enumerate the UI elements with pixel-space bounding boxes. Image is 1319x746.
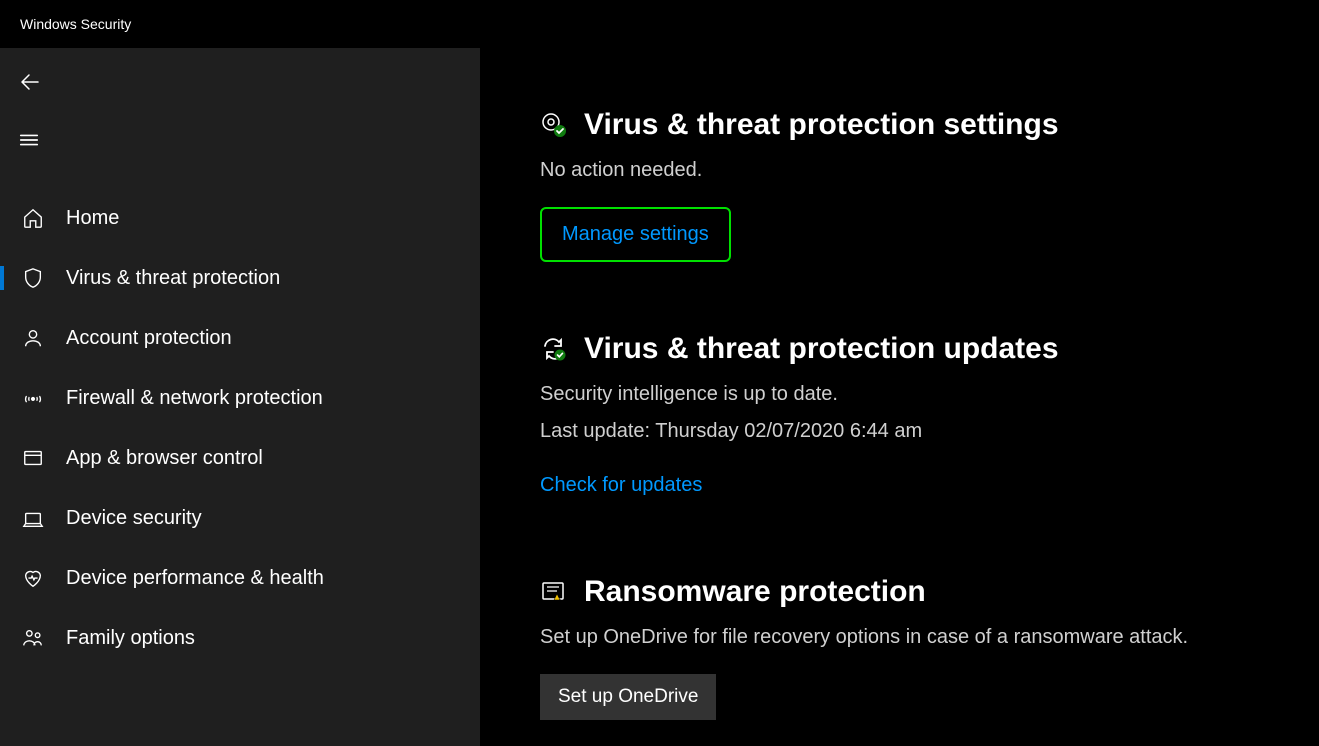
nav-home[interactable]: Home [0,188,480,248]
nav-label: Device security [66,507,202,530]
settings-status: No action needed. [540,156,1279,185]
nav-device-security[interactable]: Device security [0,488,480,548]
nav-label: Device performance & health [66,567,324,590]
nav-label: Firewall & network protection [66,387,323,410]
back-arrow-icon [18,70,42,94]
sidebar: Home Virus & threat protection Account p… [0,48,480,746]
check-updates-link[interactable]: Check for updates [540,466,702,505]
nav-device-performance[interactable]: Device performance & health [0,548,480,608]
shield-icon [18,263,48,293]
nav-virus-threat-protection[interactable]: Virus & threat protection [0,248,480,308]
nav-account-protection[interactable]: Account protection [0,308,480,368]
person-icon [18,323,48,353]
ransomware-title: Ransomware protection [584,575,926,609]
nav-label: Home [66,207,119,230]
nav-label: Virus & threat protection [66,267,280,290]
ransomware-desc: Set up OneDrive for file recovery option… [540,623,1279,652]
setup-onedrive-button[interactable]: Set up OneDrive [540,674,716,720]
folder-warning-icon [540,578,568,606]
nav-app-browser-control[interactable]: App & browser control [0,428,480,488]
chip-icon [18,503,48,533]
updates-last: Last update: Thursday 02/07/2020 6:44 am [540,417,1279,446]
section-ransomware: Ransomware protection Set up OneDrive fo… [540,575,1279,720]
main-content: Virus & threat protection settings No ac… [480,48,1319,746]
family-icon [18,623,48,653]
title-bar: Windows Security [0,0,1319,48]
sync-check-icon [540,335,568,363]
section-updates: Virus & threat protection updates Securi… [540,332,1279,505]
nav-label: Account protection [66,327,232,350]
gear-check-icon [540,111,568,139]
antenna-icon [18,383,48,413]
settings-title: Virus & threat protection settings [584,108,1059,142]
hamburger-icon [18,129,40,151]
home-icon [18,203,48,233]
nav-family-options[interactable]: Family options [0,608,480,668]
nav-label: App & browser control [66,447,263,470]
back-button[interactable] [0,62,480,102]
nav-firewall-network[interactable]: Firewall & network protection [0,368,480,428]
nav-label: Family options [66,627,195,650]
updates-status: Security intelligence is up to date. [540,380,1279,409]
updates-title: Virus & threat protection updates [584,332,1059,366]
heart-icon [18,563,48,593]
window-title: Windows Security [20,16,131,32]
section-settings: Virus & threat protection settings No ac… [540,108,1279,262]
manage-settings-link[interactable]: Manage settings [540,207,731,262]
window-icon [18,443,48,473]
hamburger-button[interactable] [0,120,480,160]
